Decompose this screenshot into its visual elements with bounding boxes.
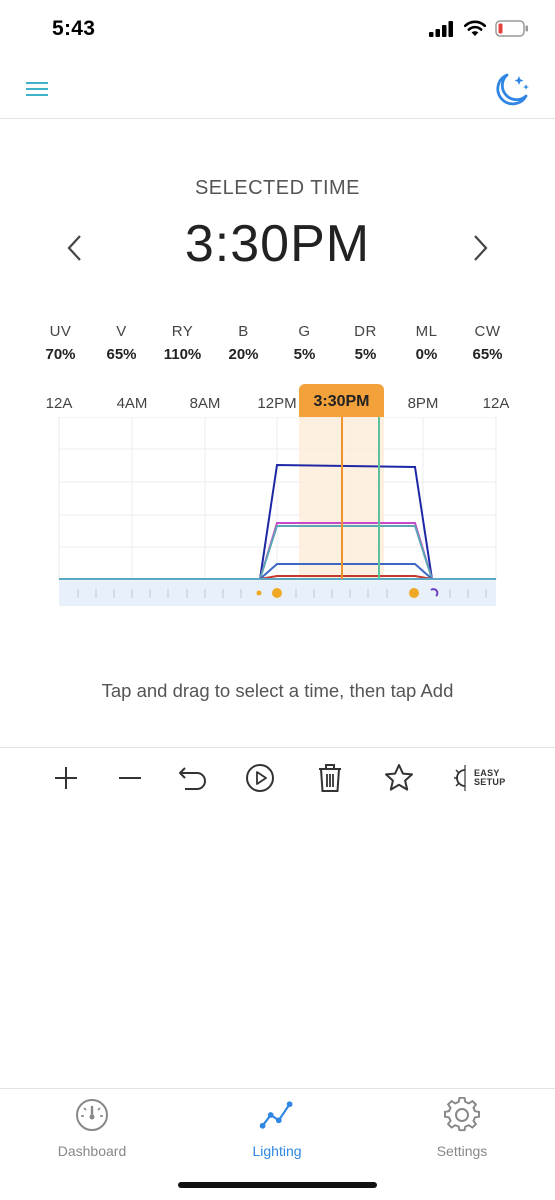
- channel-value: 5%: [293, 346, 316, 363]
- channel-value: 0%: [415, 346, 438, 363]
- trash-icon: [319, 764, 341, 792]
- remove-icon: [119, 777, 141, 779]
- instruction-hint: Tap and drag to select a time, then tap …: [101, 680, 454, 701]
- menu-button[interactable]: [24, 77, 50, 101]
- channel-name: DR: [354, 323, 377, 340]
- channel-value: 5%: [354, 346, 377, 363]
- channel-uv: UV 70%: [30, 323, 91, 363]
- channel-g: G 5%: [274, 323, 335, 363]
- night-mode-button[interactable]: [491, 70, 531, 110]
- gear-icon: [444, 1097, 480, 1132]
- time-axis: 12A 4AM 8AM 12PM 8PM 12A: [0, 393, 555, 415]
- channel-value: 20%: [228, 346, 259, 363]
- hamburger-menu-icon: [26, 82, 48, 96]
- time-tick-label: 8PM: [407, 395, 439, 412]
- tab-label: Settings: [436, 1143, 488, 1159]
- next-time-button[interactable]: [465, 230, 495, 266]
- channel-v: V 65%: [91, 323, 152, 363]
- selected-time-label: SELECTED TIME: [194, 177, 361, 199]
- app-header: [0, 60, 555, 119]
- easy-setup-button[interactable]: EASY SETUP: [452, 760, 508, 796]
- time-tick-label: 12PM: [257, 395, 297, 412]
- channel-name: G: [298, 323, 311, 340]
- channel-ry: RY 110%: [152, 323, 213, 363]
- channel-value: 65%: [106, 346, 137, 363]
- gauge-icon: [76, 1099, 108, 1131]
- channel-value: 70%: [45, 346, 76, 363]
- sunrise-point-small: [256, 590, 262, 596]
- cellular-signal-icon: [429, 20, 453, 37]
- channel-value: 65%: [472, 346, 503, 363]
- remove-point-button[interactable]: [110, 760, 150, 796]
- preview-button[interactable]: [240, 760, 280, 796]
- undo-icon: [179, 767, 206, 790]
- schedule-toolbar: EASY SETUP: [0, 747, 555, 809]
- easy-setup-icon: [454, 765, 466, 791]
- channel-name: V: [116, 323, 127, 340]
- channel-name: ML: [415, 323, 438, 340]
- favorite-star-icon: [385, 764, 413, 791]
- favorite-button[interactable]: [379, 760, 419, 796]
- play-icon: [246, 764, 274, 792]
- channel-dr: DR 5%: [335, 323, 396, 363]
- lighting-schedule-chart[interactable]: [0, 417, 555, 609]
- chevron-right-icon: [474, 235, 488, 261]
- channel-readouts: UV 70% V 65% RY 110% B 20% G 5% DR 5% ML…: [30, 323, 548, 363]
- time-tick-label: 12A: [45, 395, 73, 412]
- time-tick-label: 12A: [482, 395, 510, 412]
- moon-stars-icon: [496, 73, 529, 106]
- status-bar: 5:43: [0, 0, 555, 60]
- battery-low-icon: [495, 20, 528, 37]
- home-indicator: [178, 1182, 377, 1188]
- undo-button[interactable]: [173, 760, 213, 796]
- line-chart-icon: [259, 1101, 293, 1129]
- status-time: 5:43: [52, 17, 96, 40]
- sunset-point: [409, 588, 419, 598]
- tab-lighting[interactable]: Lighting: [207, 1097, 347, 1167]
- channel-b: B 20%: [213, 323, 274, 363]
- tab-dashboard[interactable]: Dashboard: [22, 1097, 162, 1167]
- channel-name: RY: [171, 323, 194, 340]
- time-tick-label: 8AM: [189, 395, 221, 412]
- status-icons: [429, 20, 529, 37]
- add-icon: [55, 767, 77, 789]
- time-tick-label: 4AM: [116, 395, 148, 412]
- channel-name: UV: [49, 323, 72, 340]
- channel-ml: ML 0%: [396, 323, 457, 363]
- wifi-icon: [463, 20, 487, 36]
- easy-setup-label-line2: SETUP: [474, 777, 506, 787]
- delete-button[interactable]: [310, 760, 350, 796]
- channel-name: CW: [474, 323, 501, 340]
- tab-settings[interactable]: Settings: [392, 1097, 532, 1167]
- selected-time-badge[interactable]: 3:30PM: [299, 384, 384, 418]
- add-point-button[interactable]: [46, 760, 86, 796]
- tab-label: Lighting: [252, 1143, 302, 1159]
- tab-label: Dashboard: [57, 1143, 127, 1159]
- sunrise-point: [272, 588, 282, 598]
- channel-cw: CW 65%: [457, 323, 518, 363]
- channel-value: 110%: [163, 346, 202, 363]
- channel-name: B: [238, 323, 249, 340]
